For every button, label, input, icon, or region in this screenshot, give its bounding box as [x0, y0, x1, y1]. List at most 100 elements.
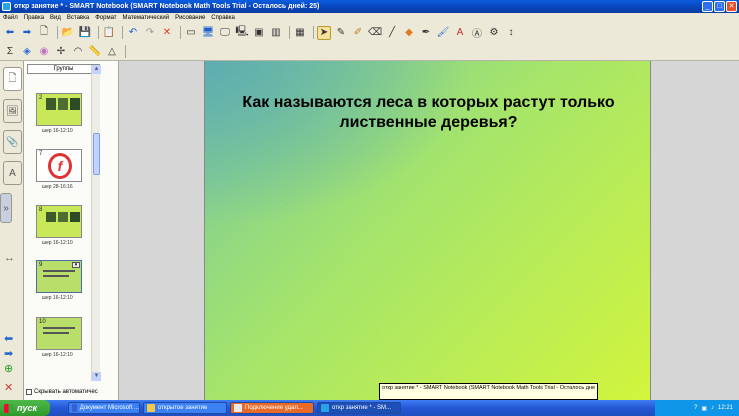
thumb-menu-icon[interactable]: ▾ — [72, 262, 80, 268]
paste-icon[interactable]: 📋 — [102, 26, 116, 40]
forest-photo — [58, 98, 68, 110]
dual-display-icon[interactable]: 🖵 — [218, 26, 232, 40]
compass-icon[interactable]: ✢ — [54, 44, 68, 58]
ruler-icon[interactable]: 📏 — [88, 44, 102, 58]
add-page-icon[interactable]: 🗋 — [37, 26, 51, 40]
table-icon[interactable]: ▦ — [293, 26, 307, 40]
scroll-up-icon[interactable]: ▲ — [92, 65, 101, 74]
fullscreen-icon[interactable]: 🖥 — [201, 26, 215, 40]
resize-arrows-icon[interactable]: ↔ — [4, 252, 15, 264]
slide-thumbnail[interactable]: 2 — [36, 93, 82, 126]
line-icon[interactable]: ╱ — [385, 26, 399, 40]
sigma-icon[interactable]: Σ — [3, 44, 17, 58]
autohide-checkbox-row[interactable]: Скрывать автоматичес — [26, 389, 98, 395]
save-icon[interactable]: 💾 — [78, 26, 92, 40]
task-folder[interactable]: открытое занятие — [143, 402, 227, 414]
thumb-number: 10 — [39, 319, 46, 325]
slide-thumbnail[interactable]: 9 ▾ — [36, 260, 82, 293]
forest-photo — [46, 212, 56, 222]
screen-shade-icon[interactable]: ▭ — [184, 26, 198, 40]
volume-icon[interactable]: ♪ — [711, 405, 714, 411]
network-icon[interactable]: ▣ — [701, 405, 707, 412]
page-sorter-tab[interactable]: 🗋 — [3, 67, 22, 91]
menu-edit[interactable]: Правка — [24, 15, 44, 21]
document-camera-icon[interactable]: 🖳 — [235, 26, 249, 40]
task-remote-connection[interactable]: Подключение удал... — [230, 402, 314, 414]
menu-math[interactable]: Математический — [123, 15, 170, 21]
maximize-button[interactable]: □ — [714, 1, 725, 12]
capture-icon[interactable]: ▣ — [252, 26, 266, 40]
magic-pen-icon[interactable]: ✒ — [419, 26, 433, 40]
clock[interactable]: 12:21 — [718, 405, 733, 411]
forest-photo — [46, 98, 56, 110]
thumb-number: 2 — [39, 95, 43, 101]
protractor-icon[interactable]: ◠ — [71, 44, 85, 58]
system-tray: ? ▣ ♪ 12:21 — [655, 400, 739, 416]
thumb-number: 8 — [39, 207, 43, 213]
fill-icon[interactable]: 🖌 — [436, 26, 450, 40]
slide-page[interactable]: Как называются леса в которых растут тол… — [204, 61, 651, 400]
undo-icon[interactable]: ↶ — [126, 26, 140, 40]
thumb-label: шер 16-12:10 — [42, 295, 73, 301]
shapes-icon[interactable]: ◆ — [402, 26, 416, 40]
text-icon[interactable]: A — [453, 26, 467, 40]
sorter-scrollbar[interactable]: ▲ ▼ — [91, 65, 101, 381]
groups-button[interactable]: Группы — [27, 64, 100, 74]
text-style-icon: A — [9, 167, 16, 179]
minimize-button[interactable]: _ — [702, 1, 713, 12]
taskbar: пуск Документ Microsoft ... открытое зан… — [0, 400, 739, 416]
page-forward-icon[interactable]: ➡ — [4, 347, 13, 360]
select-pointer-icon[interactable]: ➤ — [317, 25, 331, 40]
page-back-icon[interactable]: ⬅ — [4, 332, 13, 345]
properties-icon[interactable]: ⚙ — [487, 26, 501, 40]
task-word-doc[interactable]: Документ Microsoft ... — [68, 402, 140, 414]
geometry-icon[interactable]: △ — [105, 44, 119, 58]
menu-help[interactable]: Справка — [211, 15, 235, 21]
eraser-pink-icon[interactable]: ◉ — [37, 44, 51, 58]
task-smart-notebook[interactable]: откр занятие * - SM... — [317, 402, 401, 414]
collapse-handle[interactable]: » — [0, 193, 12, 223]
forest-photo — [70, 212, 80, 222]
pen-icon[interactable]: ✎ — [334, 26, 348, 40]
open-folder-icon[interactable]: 📂 — [61, 26, 75, 40]
add-page-green-icon[interactable]: ⊕ — [4, 362, 13, 375]
gallery-tab[interactable]: 🖼 — [3, 99, 22, 123]
menu-draw[interactable]: Рисование — [175, 15, 205, 21]
gallery-icon: 🖼 — [6, 105, 19, 117]
help-icon[interactable]: ? — [694, 405, 697, 411]
forest-photo — [58, 212, 68, 222]
menu-insert[interactable]: Вставка — [67, 15, 89, 21]
page-icon: 🗋 — [8, 72, 17, 84]
forward-arrow-icon[interactable]: ➡ — [20, 26, 34, 40]
insert-image-icon[interactable]: ▥ — [269, 26, 283, 40]
text-color-icon[interactable]: Ⓐ — [470, 26, 484, 40]
close-button[interactable]: ✕ — [726, 1, 737, 12]
menu-view[interactable]: Вид — [50, 15, 61, 21]
move-toolbar-icon[interactable]: ↕ — [504, 26, 518, 40]
eraser-icon[interactable]: ⌫ — [368, 26, 382, 40]
attachments-tab[interactable]: 📎 — [3, 130, 22, 154]
shape-recognition-icon[interactable]: ◈ — [20, 44, 34, 58]
autohide-checkbox[interactable] — [26, 389, 32, 395]
slide-thumbnail[interactable]: 8 — [36, 205, 82, 238]
redo-icon[interactable]: ↷ — [143, 26, 157, 40]
delete-icon[interactable]: ✕ — [160, 26, 174, 40]
menu-format[interactable]: Формат — [95, 15, 116, 21]
delete-page-icon[interactable]: ✕ — [4, 381, 13, 394]
properties-tab[interactable]: A — [3, 161, 22, 185]
scroll-down-icon[interactable]: ▼ — [92, 372, 101, 381]
back-arrow-icon[interactable]: ⬅ — [3, 26, 17, 40]
start-label: пуск — [17, 403, 38, 413]
slide-thumbnail[interactable]: 10 — [36, 317, 82, 350]
page-sorter-panel: Группы 2 шер 16-12:10 7 f шер 28-16:16 8… — [24, 61, 119, 400]
thumb-label: шер 16-12:10 — [42, 240, 73, 246]
forest-photo — [70, 98, 80, 110]
scroll-thumb[interactable] — [93, 133, 100, 175]
menu-file[interactable]: Файл — [3, 15, 18, 21]
window-tooltip: откр занятие * - SMART Notebook (SMART N… — [379, 383, 598, 400]
slide-question[interactable]: Как называются леса в которых растут тол… — [205, 93, 652, 133]
task-label: откр занятие * - SM... — [332, 405, 392, 411]
start-button[interactable]: пуск — [0, 400, 50, 416]
slide-thumbnail[interactable]: 7 f — [36, 149, 82, 182]
creative-pen-icon[interactable]: ✐ — [351, 26, 365, 40]
